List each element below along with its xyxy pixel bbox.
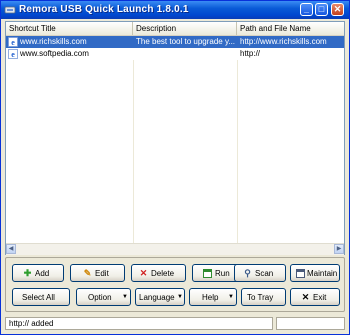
dropdown-arrow-icon: ▼ bbox=[177, 294, 183, 300]
pencil-icon: ✎ bbox=[83, 268, 92, 278]
minimize-button[interactable]: _ bbox=[300, 3, 313, 16]
row-title: www.richskills.com bbox=[20, 37, 87, 46]
svg-text:e: e bbox=[11, 38, 15, 47]
shortcut-list[interactable]: Shortcut Title Description Path and File… bbox=[5, 21, 345, 255]
status-bar: http:// added bbox=[5, 317, 345, 330]
table-row[interactable]: e www.softpedia.com http:// bbox=[6, 48, 344, 60]
language-label: Language bbox=[139, 293, 175, 302]
edit-label: Edit bbox=[95, 269, 109, 278]
maintain-window-icon bbox=[296, 269, 305, 278]
column-header-path[interactable]: Path and File Name bbox=[237, 22, 344, 35]
app-window: Remora USB Quick Launch 1.8.0.1 _ □ ✕ Sh… bbox=[0, 0, 350, 335]
row-title: www.softpedia.com bbox=[20, 49, 89, 58]
scroll-left-icon[interactable]: ◀ bbox=[6, 244, 16, 254]
column-divider bbox=[237, 60, 238, 243]
edit-button[interactable]: ✎ Edit bbox=[70, 264, 125, 282]
row-path: http:// bbox=[240, 49, 261, 58]
ie-globe-icon: e bbox=[8, 37, 18, 47]
help-dropdown-button[interactable]: Help ▼ bbox=[189, 288, 237, 306]
plus-icon: ✚ bbox=[23, 268, 32, 278]
column-divider bbox=[133, 60, 134, 243]
help-label: Help bbox=[202, 293, 219, 302]
window-title: Remora USB Quick Launch 1.8.0.1 bbox=[19, 4, 189, 15]
status-pane-secondary bbox=[276, 317, 345, 330]
language-dropdown-button[interactable]: Language ▼ bbox=[135, 288, 185, 306]
ie-globe-icon: e bbox=[8, 49, 18, 59]
exit-button[interactable]: ✕ Exit bbox=[290, 288, 340, 306]
delete-label: Delete bbox=[151, 269, 175, 278]
title-bar[interactable]: Remora USB Quick Launch 1.8.0.1 _ □ ✕ bbox=[1, 1, 349, 19]
option-label: Option bbox=[88, 293, 112, 302]
scroll-right-icon[interactable]: ▶ bbox=[334, 244, 344, 254]
to-tray-label: To Tray bbox=[247, 293, 274, 302]
table-row[interactable]: e www.richskills.com The best tool to up… bbox=[6, 36, 344, 48]
exit-x-icon: ✕ bbox=[301, 292, 310, 302]
option-dropdown-button[interactable]: Option ▼ bbox=[76, 288, 131, 306]
select-all-button[interactable]: Select All bbox=[12, 288, 70, 306]
row-path: http://www.richskills.com bbox=[240, 37, 327, 46]
scan-label: Scan bbox=[255, 269, 274, 278]
delete-x-icon: ✕ bbox=[139, 268, 148, 278]
maximize-button[interactable]: □ bbox=[315, 3, 328, 16]
run-window-icon bbox=[203, 269, 212, 278]
scan-button[interactable]: ⚲ Scan bbox=[234, 264, 286, 282]
add-button[interactable]: ✚ Add bbox=[12, 264, 64, 282]
dropdown-arrow-icon: ▼ bbox=[122, 294, 128, 300]
add-label: Add bbox=[35, 269, 50, 278]
app-usb-icon bbox=[4, 6, 16, 14]
delete-button[interactable]: ✕ Delete bbox=[131, 264, 186, 282]
list-header: Shortcut Title Description Path and File… bbox=[6, 22, 344, 36]
exit-label: Exit bbox=[313, 293, 327, 302]
dropdown-arrow-icon: ▼ bbox=[228, 294, 234, 300]
row-description bbox=[136, 48, 236, 60]
column-header-description[interactable]: Description bbox=[133, 22, 237, 35]
status-message: http:// added bbox=[5, 317, 273, 330]
button-panel: ✚ Add ✎ Edit ✕ Delete Run ⚲ Scan Maintai… bbox=[5, 257, 345, 312]
row-description: The best tool to upgrade y... bbox=[136, 37, 236, 46]
magnifier-icon: ⚲ bbox=[244, 268, 251, 278]
to-tray-button[interactable]: To Tray bbox=[241, 288, 286, 306]
close-button[interactable]: ✕ bbox=[331, 3, 344, 16]
column-header-title[interactable]: Shortcut Title bbox=[6, 22, 133, 35]
svg-text:e: e bbox=[11, 50, 15, 59]
horizontal-scrollbar[interactable]: ◀ ▶ bbox=[6, 243, 344, 255]
run-label: Run bbox=[215, 269, 230, 278]
maintain-label: Maintain bbox=[307, 269, 338, 278]
maintain-button[interactable]: Maintain bbox=[290, 264, 340, 282]
select-all-label: Select All bbox=[22, 293, 55, 302]
